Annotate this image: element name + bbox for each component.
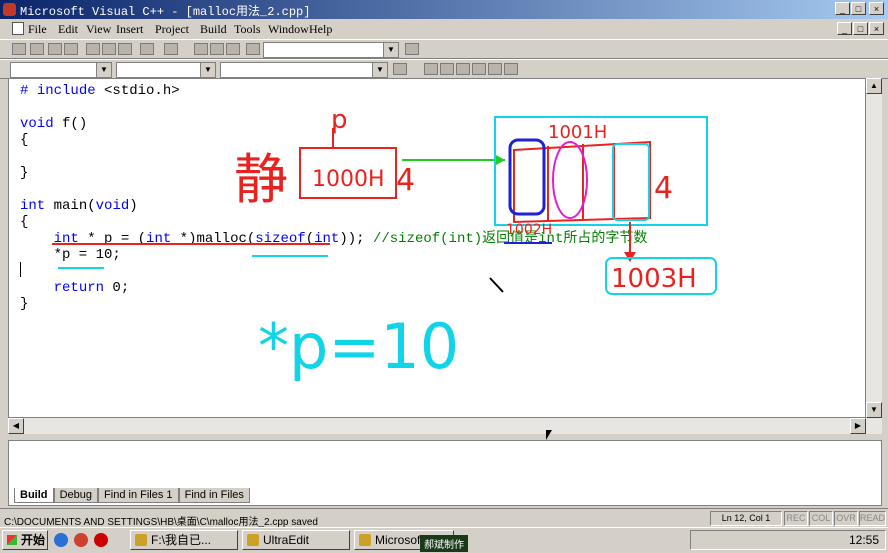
indicator-read: READ — [859, 511, 886, 526]
record-icon[interactable] — [94, 533, 108, 547]
cyan-highlight — [612, 143, 650, 221]
static-annotation: 静 — [234, 148, 288, 211]
pen-cursor-icon — [489, 277, 504, 293]
folder-icon — [135, 534, 147, 546]
output-tabs: Build Debug Find in Files 1 Find in File… — [14, 488, 250, 504]
scroll-right-button[interactable]: ▶ — [850, 418, 866, 434]
scroll-up-button[interactable]: ▲ — [866, 78, 882, 94]
address-1002h: 1002H — [506, 222, 552, 238]
indicator-col: COL — [809, 511, 833, 526]
scroll-left-button[interactable]: ◀ — [8, 418, 24, 434]
indicator-ovr: OVR — [834, 511, 858, 526]
quicklaunch-icon[interactable] — [74, 533, 88, 547]
address-1003h: 1003H — [611, 264, 697, 294]
indicator-rec: REC — [784, 511, 808, 526]
tab-find-in-files-1[interactable]: Find in Files 1 — [98, 488, 179, 503]
vertical-scrollbar[interactable]: ▲ ▼ — [866, 78, 882, 418]
status-path: C:\DOCUMENTS AND SETTINGS\HB\桌面\C\malloc… — [4, 517, 318, 528]
tab-debug[interactable]: Debug — [53, 488, 98, 503]
start-button[interactable]: 开始 — [2, 530, 48, 550]
horizontal-scrollbar[interactable]: ◀ ▶ — [8, 418, 882, 434]
size-4-left: 4 — [396, 163, 415, 198]
clock: 12:55 — [848, 533, 879, 547]
ultraedit-icon — [247, 534, 259, 546]
tab-build[interactable]: Build — [14, 488, 54, 503]
task-explorer[interactable]: F:\我自已... — [130, 530, 238, 550]
tab-find-in-files[interactable]: Find in Files — [178, 488, 250, 503]
big-expression: *p=10 — [258, 310, 459, 383]
msvc-icon — [359, 534, 371, 546]
cursor-position: Ln 12, Col 1 — [710, 511, 782, 526]
address-1001h: 1001H — [548, 122, 607, 143]
mouse-cursor-icon — [546, 430, 552, 440]
size-4-right: 4 — [654, 171, 673, 206]
task-ultraedit[interactable]: UltraEdit — [242, 530, 350, 550]
system-tray: 12:55 — [690, 530, 886, 550]
address-1000h: 1000H — [312, 167, 385, 192]
scroll-down-button[interactable]: ▼ — [866, 402, 882, 418]
blue-highlight — [508, 138, 546, 216]
magenta-highlight — [552, 141, 588, 219]
status-bar: C:\DOCUMENTS AND SETTINGS\HB\桌面\C\malloc… — [0, 508, 888, 528]
watermark: 郝斌制作 — [420, 535, 468, 552]
ie-icon[interactable] — [54, 533, 68, 547]
